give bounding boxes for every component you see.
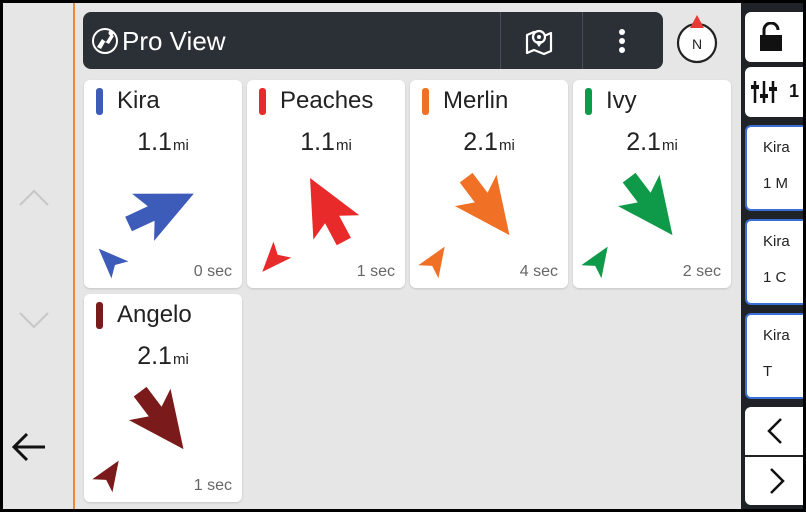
dog-card[interactable]: Peaches 1.1mi 1 sec [247, 80, 405, 288]
bearing-pointer-icon [262, 241, 292, 272]
dog-card[interactable]: Ivy 2.1mi 2 sec [573, 80, 731, 288]
prev-button[interactable] [745, 407, 803, 455]
distance-value: 2.1 [626, 128, 661, 156]
dog-tile[interactable]: Kira 1 C [745, 219, 803, 305]
left-rail [3, 3, 75, 509]
page-title: Pro View [122, 26, 226, 56]
distance-unit: mi [661, 137, 678, 154]
distance-unit: mi [172, 351, 189, 368]
bearing-pointer-icon [92, 460, 119, 493]
distance-value: 2.1 [137, 342, 172, 370]
last-update-time: 4 sec [519, 263, 558, 280]
chevron-left-icon [767, 418, 782, 444]
bearing-pointer-icon [581, 246, 608, 279]
distance-value: 2.1 [463, 128, 498, 156]
map-pin-icon[interactable] [523, 25, 555, 57]
compass-button[interactable]: N [675, 15, 719, 65]
tile-value: T [763, 363, 773, 380]
next-button[interactable] [745, 457, 803, 505]
last-update-time: 2 sec [682, 263, 721, 280]
sliders-icon [751, 81, 777, 103]
dog-color-bar [585, 88, 592, 115]
dog-color-bar [96, 88, 103, 115]
dog-distance: 1.1mi [84, 128, 242, 157]
dog-card[interactable]: Kira 1.1mi 0 sec [84, 80, 242, 288]
last-update-time: 1 sec [193, 477, 232, 494]
dog-card[interactable]: Merlin 2.1mi 4 sec [410, 80, 568, 288]
distance-value: 1.1 [137, 128, 172, 156]
dog-color-bar [422, 88, 429, 115]
more-vertical-icon[interactable] [605, 24, 639, 58]
header-divider [582, 12, 583, 69]
chevron-up-icon[interactable] [17, 181, 51, 215]
dog-color-bar [96, 302, 103, 329]
distance-unit: mi [335, 137, 352, 154]
dog-color-bar [259, 88, 266, 115]
dog-tile[interactable]: Kira T [745, 313, 803, 399]
dog-name: Ivy [606, 87, 637, 114]
chevron-down-icon[interactable] [17, 303, 51, 337]
rail-divider [73, 3, 75, 509]
filter-button[interactable]: 1 [745, 67, 803, 117]
dog-distance: 2.1mi [573, 128, 731, 157]
unlock-icon [760, 22, 782, 51]
dog-distance: 2.1mi [410, 128, 568, 157]
last-update-time: 1 sec [356, 263, 395, 280]
tile-value: 1 C [763, 269, 787, 286]
tile-title: Kira [763, 327, 790, 344]
tile-title: Kira [763, 233, 790, 250]
dog-name: Angelo [117, 301, 192, 328]
distance-unit: mi [498, 137, 515, 154]
lock-button[interactable] [745, 12, 803, 62]
dog-distance: 1.1mi [247, 128, 405, 157]
distance-unit: mi [172, 137, 189, 154]
tile-title: Kira [763, 139, 790, 156]
distance-value: 1.1 [300, 128, 335, 156]
dog-runner-icon [92, 28, 118, 54]
dog-card[interactable]: Angelo 2.1mi 1 sec [84, 294, 242, 502]
right-panel: 1 Kira 1 M Kira 1 C Kira T [741, 3, 803, 509]
filter-count: 1 [789, 81, 800, 101]
compass-needle-icon [690, 15, 704, 28]
app-header: Pro View [83, 12, 663, 69]
header-divider [500, 12, 501, 69]
dog-name: Peaches [280, 87, 374, 114]
dog-name: Merlin [443, 87, 509, 114]
bearing-pointer-icon [418, 246, 445, 279]
dog-distance: 2.1mi [84, 342, 242, 371]
arrow-left-icon[interactable] [9, 427, 49, 467]
app-screen: Pro View N Kira 1.1mi 0 sec Peaches 1.1mi 1 s… [3, 3, 803, 509]
dog-tile[interactable]: Kira 1 M [745, 125, 803, 211]
last-update-time: 0 sec [193, 263, 232, 280]
chevron-right-icon [770, 468, 785, 494]
bearing-pointer-icon [98, 248, 129, 279]
dog-name: Kira [117, 87, 160, 114]
compass-label: N [692, 36, 702, 52]
tile-value: 1 M [763, 175, 789, 192]
